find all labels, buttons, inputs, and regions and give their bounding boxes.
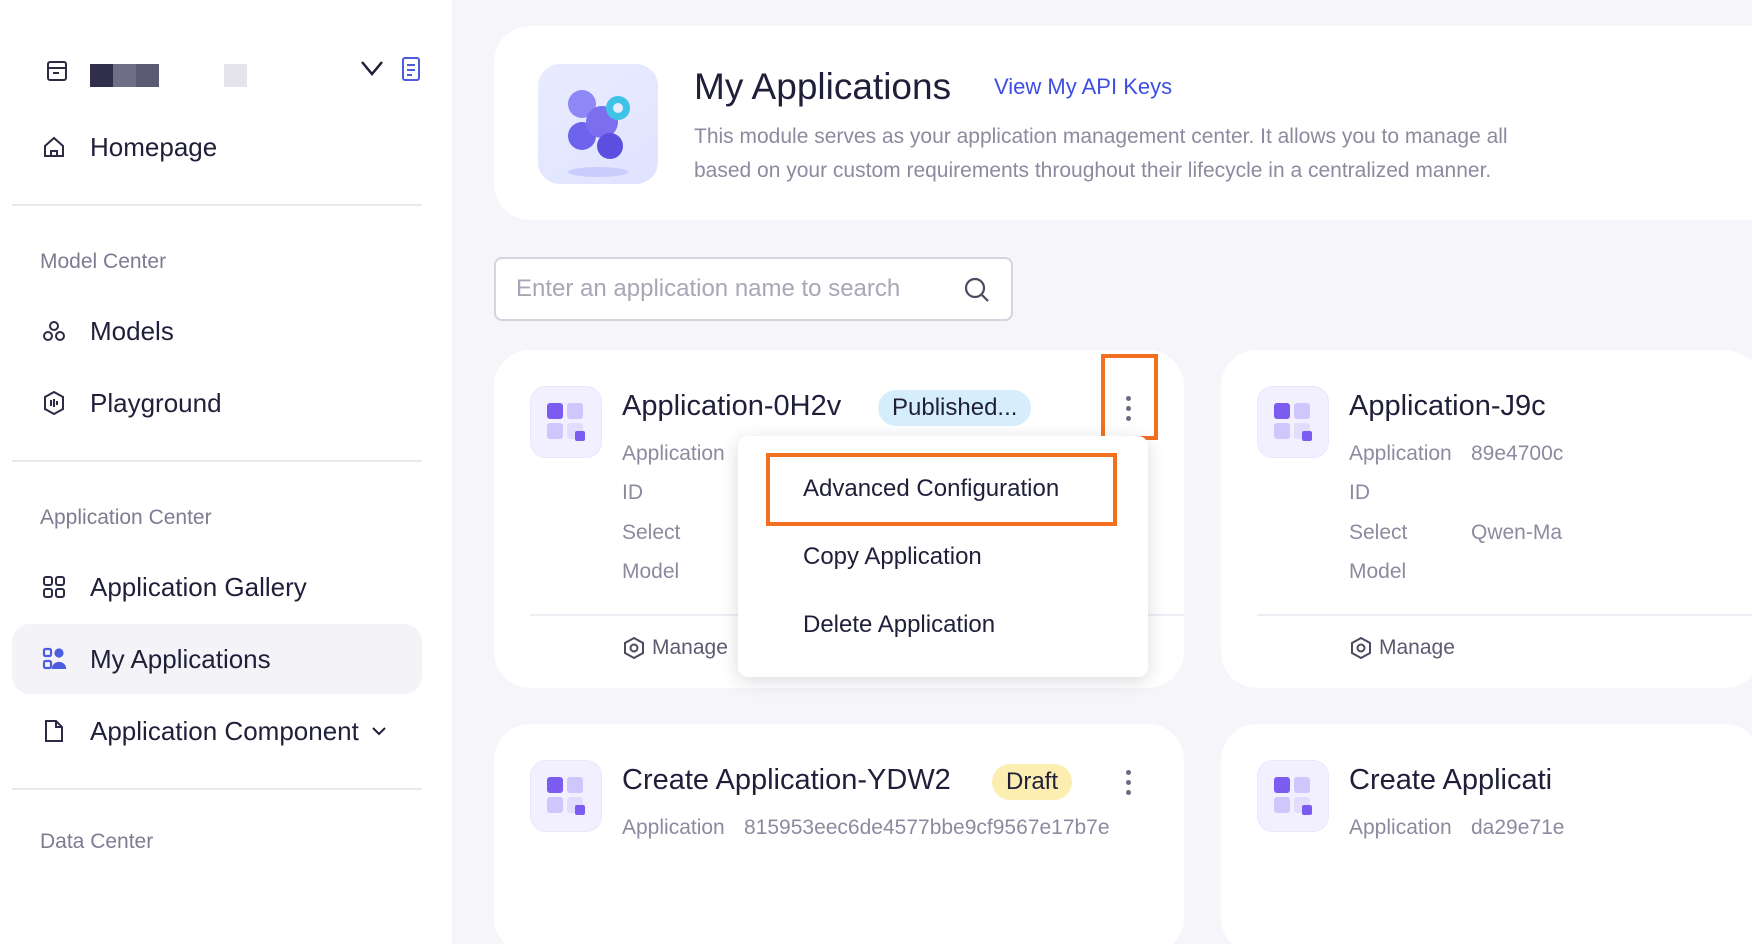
- document-icon[interactable]: [400, 56, 422, 82]
- application-card[interactable]: Application-J9c Application 89e4700c ID …: [1221, 350, 1752, 688]
- sidebar: Homepage Model Center Models Playground …: [0, 0, 452, 944]
- divider: [12, 460, 422, 462]
- settings-icon: [1351, 636, 1371, 660]
- application-id-value: 89e4700c: [1471, 442, 1564, 465]
- id-label: ID: [622, 481, 643, 504]
- sidebar-item-homepage[interactable]: Homepage: [12, 112, 422, 182]
- page-description-line: based on your custom requirements throug…: [694, 159, 1492, 182]
- search-box: [494, 257, 1013, 321]
- application-title[interactable]: Create Application-YDW2: [622, 764, 951, 797]
- application-label: Application: [1349, 442, 1452, 465]
- application-label: Application: [1349, 816, 1452, 839]
- home-icon: [40, 133, 68, 161]
- divider: [12, 204, 422, 206]
- sidebar-item-label: Application Component: [90, 715, 359, 746]
- sidebar-item-application-component[interactable]: Application Component: [12, 696, 422, 766]
- sidebar-item-my-applications[interactable]: My Applications: [12, 624, 422, 694]
- application-icon: [1257, 760, 1329, 832]
- more-options-icon[interactable]: [1118, 764, 1138, 800]
- application-title[interactable]: Application-0H2v: [622, 390, 841, 423]
- workspace-tag-redacted: [224, 64, 247, 87]
- chevron-down-icon[interactable]: [360, 58, 384, 78]
- application-card[interactable]: Create Application-YDW2 Draft Applicatio…: [494, 724, 1184, 944]
- search-input[interactable]: [516, 275, 946, 303]
- sidebar-item-label: Playground: [90, 387, 222, 418]
- settings-icon: [624, 636, 644, 660]
- application-icon: [530, 760, 602, 832]
- status-badge: Published...: [878, 390, 1032, 426]
- model-label: Model: [1349, 560, 1407, 583]
- chevron-down-icon: [372, 727, 386, 736]
- menu-item-copy-application[interactable]: Copy Application: [738, 523, 1148, 591]
- page-title: My Applications: [694, 66, 952, 107]
- sidebar-item-playground[interactable]: Playground: [12, 368, 422, 438]
- workspace-switcher[interactable]: [40, 52, 430, 92]
- manage-button[interactable]: Manage: [1349, 636, 1455, 660]
- view-api-keys-link[interactable]: View My API Keys: [994, 74, 1172, 100]
- model-label: Model: [622, 560, 680, 583]
- playground-icon: [40, 389, 68, 417]
- application-card[interactable]: Create Applicati Application da29e71e: [1221, 724, 1752, 944]
- manage-label: Manage: [652, 636, 728, 659]
- menu-item-delete-application[interactable]: Delete Application: [738, 591, 1148, 659]
- application-label: Application: [622, 816, 725, 839]
- page-description-line: This module serves as your application m…: [694, 125, 1508, 148]
- sidebar-item-label: My Applications: [90, 643, 271, 674]
- models-icon: [40, 317, 68, 345]
- component-icon: [40, 717, 68, 745]
- application-icon: [1257, 386, 1329, 458]
- sidebar-item-application-gallery[interactable]: Application Gallery: [12, 552, 422, 622]
- more-button-highlight: [1101, 354, 1158, 440]
- application-id-value: da29e71e: [1471, 816, 1565, 839]
- model-value: Qwen-Ma: [1471, 521, 1563, 544]
- grid-icon: [40, 573, 68, 601]
- manage-label: Manage: [1379, 636, 1455, 659]
- application-label: Application: [622, 442, 725, 465]
- my-apps-icon: [40, 645, 68, 673]
- application-icon: [530, 386, 602, 458]
- manage-button[interactable]: Manage: [622, 636, 728, 660]
- menu-item-highlight: [766, 453, 1117, 526]
- applications-hero-icon: [538, 64, 658, 184]
- section-label-application-center: Application Center: [40, 506, 212, 529]
- select-label: Select: [1349, 521, 1408, 544]
- folder-icon: [47, 61, 67, 81]
- status-badge: Draft: [992, 764, 1073, 800]
- page-header-card: My Applications View My API Keys This mo…: [494, 26, 1752, 220]
- sidebar-item-models[interactable]: Models: [12, 296, 422, 366]
- section-label-model-center: Model Center: [40, 250, 167, 273]
- sidebar-item-label: Application Gallery: [90, 571, 307, 602]
- select-label: Select: [622, 521, 681, 544]
- sidebar-item-label: Models: [90, 315, 174, 346]
- sidebar-item-label: Homepage: [90, 131, 218, 162]
- workspace-name-redacted: [90, 64, 159, 87]
- application-title[interactable]: Application-J9c: [1349, 390, 1546, 423]
- id-label: ID: [1349, 481, 1370, 504]
- application-id-value: 815953eec6de4577bbe9cf9567e17b7e: [744, 816, 1110, 839]
- application-title[interactable]: Create Applicati: [1349, 764, 1552, 797]
- section-label-data-center: Data Center: [40, 830, 154, 853]
- search-icon[interactable]: [963, 276, 991, 304]
- card-divider: [1257, 614, 1752, 616]
- page-description: This module serves as your application m…: [694, 120, 1752, 188]
- divider: [12, 788, 422, 790]
